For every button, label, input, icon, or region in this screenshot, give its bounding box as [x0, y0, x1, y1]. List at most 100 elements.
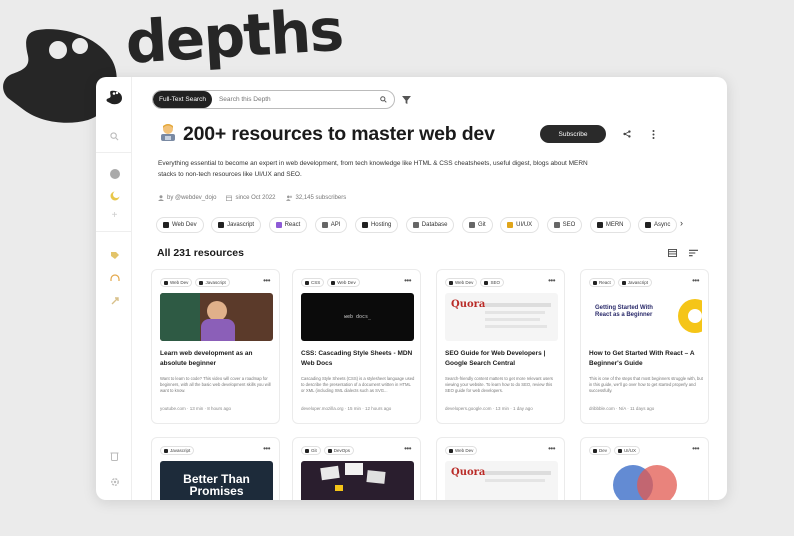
card-meta: developer.mozilla.org · 15 min · 12 hour…	[301, 406, 392, 411]
tag-icon	[596, 222, 603, 228]
avatar[interactable]	[109, 168, 120, 179]
headphones-icon[interactable]	[109, 273, 120, 284]
sort-icon[interactable]	[689, 249, 698, 257]
card-tag[interactable]: Web Dev	[160, 278, 193, 287]
card-meta: developers.google.com · 13 min · 1 day a…	[445, 406, 533, 411]
resource-card[interactable]: React Javascript ••• Getting Started With R…	[580, 269, 709, 424]
brand-name: depths	[123, 0, 345, 77]
card-title[interactable]: CSS: Cascading Style Sheets - MDN Web Do…	[301, 349, 415, 369]
tag-icon	[305, 448, 309, 453]
tag-icon	[361, 222, 368, 228]
card-more-icon[interactable]: •••	[692, 444, 699, 453]
full-text-search-toggle[interactable]: Full-Text Search	[153, 91, 212, 108]
card-tags: Git DevOps	[301, 446, 355, 455]
card-title[interactable]: Learn web development as an absolute beg…	[160, 349, 274, 369]
tag-chip-hosting[interactable]: Hosting	[354, 217, 399, 233]
settings-icon[interactable]	[109, 476, 120, 487]
user-icon	[158, 195, 164, 201]
search-icon[interactable]	[380, 96, 394, 103]
card-tag[interactable]: Dev	[589, 446, 612, 455]
tag-chip-javascript[interactable]: Javascript	[211, 217, 262, 233]
tag-icon	[412, 222, 419, 228]
tag-icon	[468, 222, 475, 228]
resource-card[interactable]: Javascript ••• Better Than Promises	[151, 437, 280, 500]
resource-card[interactable]: Web Dev ••• Quora	[436, 437, 565, 500]
card-more-icon[interactable]: •••	[404, 444, 411, 453]
resources-count: All 231 resources	[157, 247, 244, 259]
tag-icon	[449, 280, 453, 285]
card-more-icon[interactable]: •••	[404, 276, 411, 285]
resource-card[interactable]: Git DevOps •••	[292, 437, 421, 500]
subscribe-button[interactable]: Subscribe	[540, 125, 606, 143]
add-icon[interactable]: +	[109, 210, 120, 221]
trash-icon[interactable]	[109, 450, 120, 461]
card-title[interactable]: SEO Guide for Web Developers | Google Se…	[445, 349, 559, 369]
card-more-icon[interactable]: •••	[263, 276, 270, 285]
card-tags: Web Dev SEO	[445, 278, 504, 287]
card-tags: Dev UI/UX	[589, 446, 641, 455]
card-tag[interactable]: SEO	[480, 278, 504, 287]
moon-icon[interactable]	[109, 190, 120, 201]
tag-icon	[593, 448, 597, 453]
card-thumbnail: web docs_	[301, 293, 414, 341]
tag-icon	[218, 222, 225, 228]
card-tag[interactable]: CSS	[301, 278, 325, 287]
resource-card[interactable]: Web Dev SEO ••• Quora SEO Guide for Web Deve…	[436, 269, 565, 424]
more-options-icon[interactable]	[646, 127, 660, 141]
tag-icon	[275, 222, 282, 228]
card-thumbnail: Better Than Promises	[160, 461, 273, 500]
card-tag[interactable]: Javascript	[195, 278, 230, 287]
card-meta: youtube.com · 13 min · 8 hours ago	[160, 406, 232, 411]
tag-chip-seo[interactable]: SEO	[546, 217, 583, 233]
card-tag[interactable]: DevOps	[323, 446, 355, 455]
tags-next-arrow-icon[interactable]: ›	[680, 218, 683, 228]
sidebar: +	[96, 77, 132, 500]
card-more-icon[interactable]: •••	[548, 276, 555, 285]
search-bar: Full-Text Search	[152, 90, 395, 109]
card-tags: Web Dev	[445, 446, 478, 455]
tag-icon	[621, 280, 626, 285]
tag-chip-database[interactable]: Database	[405, 217, 455, 233]
calendar-icon	[226, 195, 233, 201]
tag-icon[interactable]	[109, 250, 120, 261]
card-more-icon[interactable]: •••	[692, 276, 699, 285]
app-logo-icon[interactable]	[106, 90, 123, 105]
tag-icon	[321, 222, 328, 228]
depth-header: 200+ resources to master web dev Subscri…	[158, 122, 709, 146]
tag-icon	[305, 280, 309, 285]
tag-icon	[484, 280, 489, 285]
search-icon[interactable]	[109, 131, 120, 142]
card-more-icon[interactable]: •••	[548, 444, 555, 453]
card-tag[interactable]: React	[589, 278, 615, 287]
card-tag[interactable]: Web Dev	[445, 278, 478, 287]
card-tag[interactable]: Git	[301, 446, 321, 455]
card-more-icon[interactable]: •••	[263, 444, 270, 453]
resource-card[interactable]: Dev UI/UX •••	[580, 437, 709, 500]
tag-chip-api[interactable]: API	[314, 217, 348, 233]
resource-card[interactable]: CSS Web Dev ••• web docs_ CSS: Cascading Sty…	[292, 269, 421, 424]
depth-meta: by @webdev_dojo since Oct 2022 32,145 su…	[158, 195, 346, 201]
filter-icon[interactable]	[402, 95, 411, 104]
tag-chip-ui-ux[interactable]: UI/UX	[500, 217, 540, 233]
search-input[interactable]	[211, 96, 380, 103]
card-tag[interactable]: Javascript	[160, 446, 195, 455]
technologist-emoji-icon	[161, 124, 175, 141]
card-title[interactable]: How to Get Started With React – A Beginn…	[589, 349, 703, 369]
share-icon[interactable]	[620, 127, 634, 141]
list-view-icon[interactable]	[668, 249, 677, 257]
card-tag[interactable]: Web Dev	[445, 446, 478, 455]
rocket-icon[interactable]	[109, 295, 120, 306]
resource-card[interactable]: Web Dev Javascript ••• Learn web developmen…	[151, 269, 280, 424]
tag-chip-mern[interactable]: MERN	[589, 217, 631, 233]
tag-chip-git[interactable]: Git	[461, 217, 493, 233]
tag-chip-web-dev[interactable]: Web Dev	[156, 217, 204, 233]
tag-icon	[618, 448, 623, 453]
author-meta[interactable]: by @webdev_dojo	[158, 195, 216, 201]
card-tags: Javascript	[160, 446, 195, 455]
card-tag[interactable]: UI/UX	[614, 446, 641, 455]
card-tags: Web Dev Javascript	[160, 278, 230, 287]
tag-chip-async[interactable]: Async	[638, 217, 678, 233]
card-tag[interactable]: Web Dev	[327, 278, 360, 287]
card-tag[interactable]: Javascript	[617, 278, 653, 287]
tag-chip-react[interactable]: React	[268, 217, 308, 233]
